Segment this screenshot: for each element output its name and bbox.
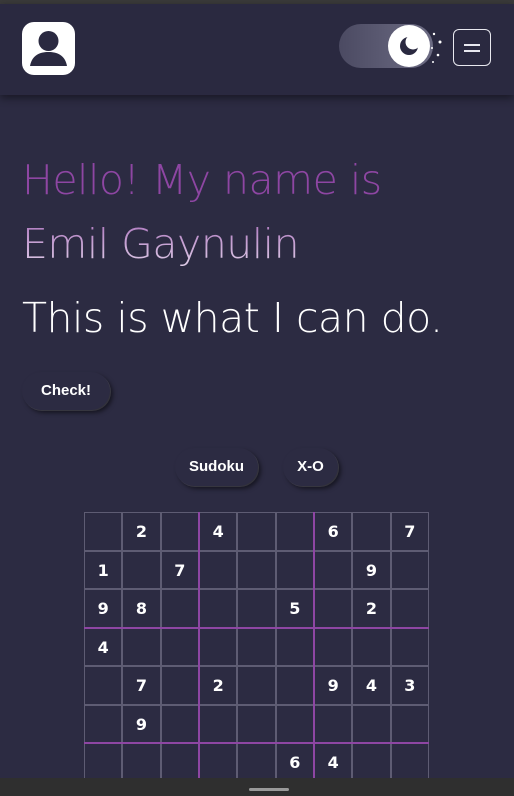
- sudoku-cell[interactable]: [275, 550, 314, 589]
- sudoku-cell[interactable]: [237, 627, 276, 666]
- sudoku-cell[interactable]: [199, 550, 238, 589]
- block-divider-horizontal: [84, 626, 429, 629]
- sudoku-cell[interactable]: 2: [352, 589, 391, 628]
- sudoku-cell[interactable]: [84, 743, 123, 782]
- sudoku-cell[interactable]: [314, 704, 353, 743]
- sudoku-cell[interactable]: [390, 743, 429, 782]
- sudoku-cell[interactable]: 4: [314, 743, 353, 782]
- stars-icon: [426, 30, 446, 66]
- sudoku-cell[interactable]: [199, 589, 238, 628]
- sudoku-cell[interactable]: 3: [390, 666, 429, 705]
- sudoku-cell[interactable]: 6: [314, 512, 353, 551]
- sudoku-cell[interactable]: 9: [122, 704, 161, 743]
- sudoku-cell[interactable]: 7: [160, 550, 199, 589]
- sudoku-cell[interactable]: [275, 627, 314, 666]
- sudoku-cell[interactable]: [160, 743, 199, 782]
- user-avatar-icon[interactable]: [22, 22, 75, 75]
- menu-bar: [464, 50, 480, 52]
- sudoku-cell[interactable]: [199, 704, 238, 743]
- sudoku-cell[interactable]: [275, 512, 314, 551]
- sudoku-cell[interactable]: [237, 550, 276, 589]
- sudoku-cell[interactable]: 9: [352, 550, 391, 589]
- tagline: This is what I can do.: [22, 294, 443, 342]
- sudoku-cell[interactable]: [160, 589, 199, 628]
- sudoku-cell[interactable]: [314, 589, 353, 628]
- sudoku-cell[interactable]: [352, 743, 391, 782]
- sudoku-cell[interactable]: 5: [275, 589, 314, 628]
- sudoku-cell[interactable]: [275, 704, 314, 743]
- sudoku-cell[interactable]: [390, 627, 429, 666]
- sudoku-cell[interactable]: [122, 627, 161, 666]
- greeting-line-1: Hello! My name is: [22, 156, 382, 204]
- sudoku-cell[interactable]: [314, 627, 353, 666]
- sudoku-cell[interactable]: [160, 627, 199, 666]
- sudoku-cell[interactable]: [237, 666, 276, 705]
- home-handle[interactable]: [249, 788, 289, 791]
- sudoku-cell[interactable]: [199, 743, 238, 782]
- sudoku-cell[interactable]: 9: [84, 589, 123, 628]
- block-divider-vertical: [313, 512, 315, 796]
- sudoku-cell[interactable]: [160, 704, 199, 743]
- xo-tab-button[interactable]: X-O: [283, 448, 338, 486]
- sudoku-cell[interactable]: [84, 704, 123, 743]
- hamburger-menu-icon[interactable]: [453, 29, 491, 66]
- sudoku-cell[interactable]: [237, 743, 276, 782]
- moon-icon: [388, 25, 430, 67]
- sudoku-cell[interactable]: 8: [122, 589, 161, 628]
- sudoku-cell[interactable]: [199, 627, 238, 666]
- sudoku-cell[interactable]: 7: [122, 666, 161, 705]
- block-divider-horizontal: [84, 742, 429, 744]
- sudoku-cell[interactable]: [275, 666, 314, 705]
- sudoku-cell[interactable]: [390, 704, 429, 743]
- sudoku-cell[interactable]: 6: [275, 743, 314, 782]
- greeting-name: Emil Gaynulin: [22, 212, 502, 276]
- sudoku-cell[interactable]: [352, 704, 391, 743]
- sudoku-cell[interactable]: [352, 627, 391, 666]
- sudoku-cell[interactable]: 2: [199, 666, 238, 705]
- bottom-navigation-bar: [0, 778, 514, 796]
- sudoku-cell[interactable]: [237, 704, 276, 743]
- sudoku-cell[interactable]: 4: [352, 666, 391, 705]
- check-button[interactable]: Check!: [22, 372, 110, 410]
- block-divider-vertical: [198, 512, 200, 796]
- sudoku-board: 24671799852472943964: [84, 512, 429, 796]
- sudoku-cell[interactable]: [390, 589, 429, 628]
- sudoku-cell[interactable]: 1: [84, 550, 123, 589]
- greeting-heading: Hello! My name is Emil Gaynulin: [22, 148, 502, 276]
- sudoku-tab-button[interactable]: Sudoku: [175, 448, 258, 486]
- sudoku-cell[interactable]: [237, 512, 276, 551]
- sudoku-cell[interactable]: [160, 666, 199, 705]
- sudoku-cell[interactable]: [390, 550, 429, 589]
- sudoku-cell[interactable]: 4: [199, 512, 238, 551]
- sudoku-cell[interactable]: [352, 512, 391, 551]
- menu-bar: [464, 44, 480, 46]
- sudoku-cell[interactable]: 7: [390, 512, 429, 551]
- sudoku-cell[interactable]: 9: [314, 666, 353, 705]
- sudoku-cell[interactable]: [122, 743, 161, 782]
- sudoku-cell[interactable]: 2: [122, 512, 161, 551]
- sudoku-cell[interactable]: 4: [84, 627, 123, 666]
- sudoku-cell[interactable]: [84, 512, 123, 551]
- sudoku-cell[interactable]: [122, 550, 161, 589]
- sudoku-cell[interactable]: [237, 589, 276, 628]
- sudoku-cell[interactable]: [160, 512, 199, 551]
- sudoku-cell[interactable]: [84, 666, 123, 705]
- sudoku-cell[interactable]: [314, 550, 353, 589]
